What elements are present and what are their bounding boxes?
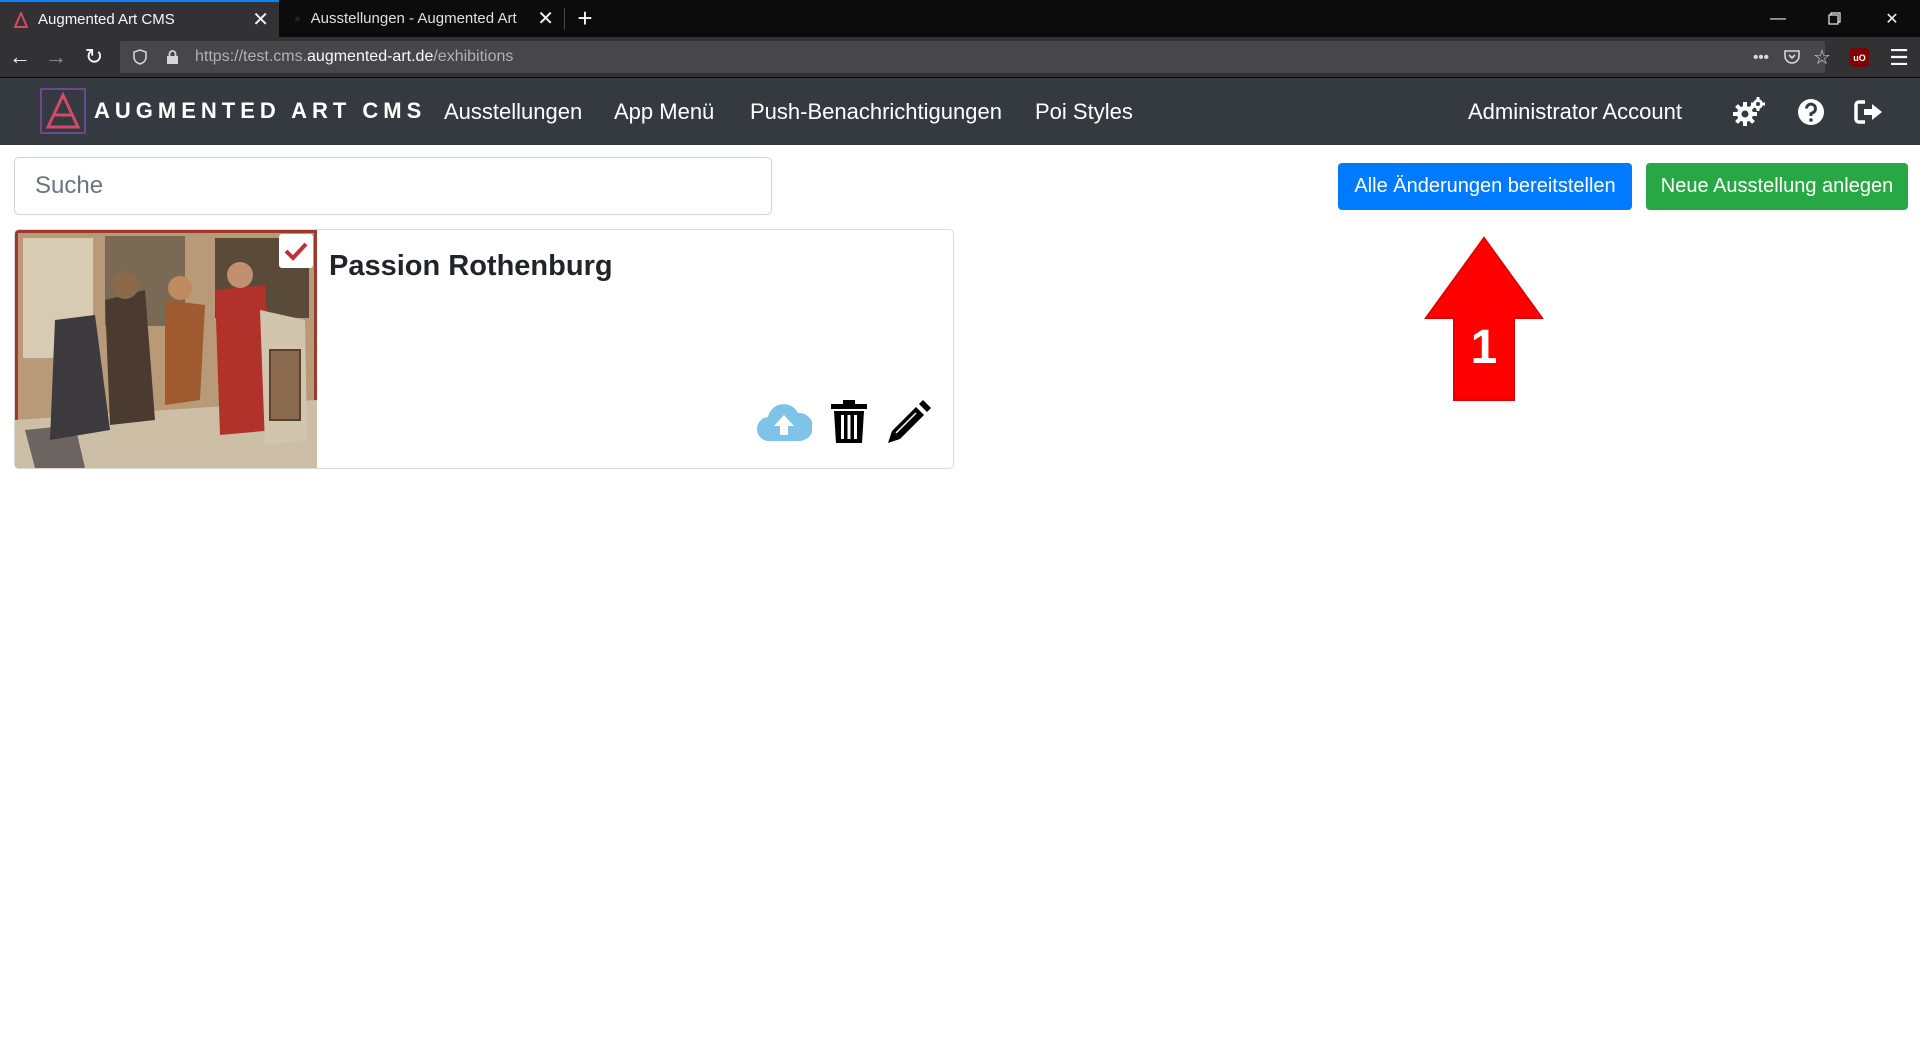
window-close-icon[interactable]: ✕ xyxy=(1864,0,1920,37)
browser-nav-bar: ← → ↻ https://test.cms.augmented-art.de/… xyxy=(0,37,1920,78)
logout-icon[interactable] xyxy=(1852,95,1886,129)
app-favicon-icon xyxy=(14,11,28,28)
window-minimize-icon[interactable]: — xyxy=(1750,0,1806,37)
shield-icon[interactable] xyxy=(128,45,152,69)
pencil-icon[interactable] xyxy=(881,396,937,448)
exhibition-card[interactable]: Passion Rothenburg xyxy=(14,229,954,469)
checkmark-icon xyxy=(284,242,308,261)
url-prefix: https://test.cms. xyxy=(195,48,308,65)
augmented-art-logo-icon[interactable] xyxy=(40,88,86,134)
new-exhibition-button[interactable]: Neue Ausstellung anlegen xyxy=(1646,163,1908,210)
tab-favicon-icon: ● xyxy=(294,12,301,25)
new-tab-icon[interactable]: + xyxy=(570,2,600,35)
url-text[interactable]: https://test.cms.augmented-art.de/exhibi… xyxy=(195,48,513,66)
settings-gears-icon[interactable] xyxy=(1732,95,1766,129)
nav-app-menu[interactable]: App Menü xyxy=(614,99,714,125)
browser-tab-strip: Augmented Art CMS ✕ ● Ausstellungen - Au… xyxy=(0,0,1920,37)
url-bar[interactable]: https://test.cms.augmented-art.de/exhibi… xyxy=(120,41,1831,73)
window-restore-icon[interactable] xyxy=(1806,0,1862,37)
nav-exhibitions[interactable]: Ausstellungen xyxy=(444,99,582,125)
nav-push-notifications[interactable]: Push-Benachrichtigungen xyxy=(750,99,1002,125)
pocket-icon[interactable] xyxy=(1780,45,1804,69)
exhibition-title: Passion Rothenburg xyxy=(329,250,613,282)
page-actions-icon[interactable]: ••• xyxy=(1749,45,1773,69)
exhibition-thumbnail[interactable] xyxy=(15,230,317,468)
browser-tab-inactive[interactable]: ● Ausstellungen - Augmented Art ✕ xyxy=(280,0,564,37)
deploy-all-changes-button[interactable]: Alle Änderungen bereitstellen xyxy=(1338,163,1632,210)
annotation-arrow-up-icon xyxy=(1424,236,1544,401)
account-link[interactable]: Administrator Account xyxy=(1468,99,1682,125)
trash-icon[interactable] xyxy=(821,396,877,448)
tab-close-icon[interactable]: ✕ xyxy=(537,9,554,29)
tab-divider xyxy=(564,8,565,30)
url-path: /exhibitions xyxy=(433,48,514,65)
tab-title: Augmented Art CMS xyxy=(38,11,175,28)
cloud-upload-icon[interactable] xyxy=(756,396,812,448)
ublock-origin-icon[interactable]: uO xyxy=(1850,48,1869,67)
help-icon[interactable] xyxy=(1794,95,1828,129)
forward-arrow-icon[interactable]: → xyxy=(40,41,72,73)
tab-title: Ausstellungen - Augmented Art xyxy=(310,10,517,27)
url-host: augmented-art.de xyxy=(307,48,434,65)
app-header: AUGMENTED ART CMS Ausstellungen App Menü… xyxy=(0,78,1920,145)
lock-icon[interactable] xyxy=(160,45,184,69)
bookmark-star-icon[interactable]: ☆ xyxy=(1810,45,1834,69)
brand-name[interactable]: AUGMENTED ART CMS xyxy=(94,98,426,124)
browser-menu-icon[interactable]: ☰ xyxy=(1886,45,1912,71)
search-input[interactable] xyxy=(14,157,772,215)
back-arrow-icon[interactable]: ← xyxy=(4,41,36,73)
tab-close-icon[interactable]: ✕ xyxy=(252,10,269,30)
browser-tab-active[interactable]: Augmented Art CMS ✕ xyxy=(0,0,279,37)
annotation-step-number: 1 xyxy=(1470,321,1498,374)
nav-poi-styles[interactable]: Poi Styles xyxy=(1035,99,1133,125)
published-checkbox[interactable] xyxy=(279,234,313,268)
reload-icon[interactable]: ↻ xyxy=(78,41,110,73)
